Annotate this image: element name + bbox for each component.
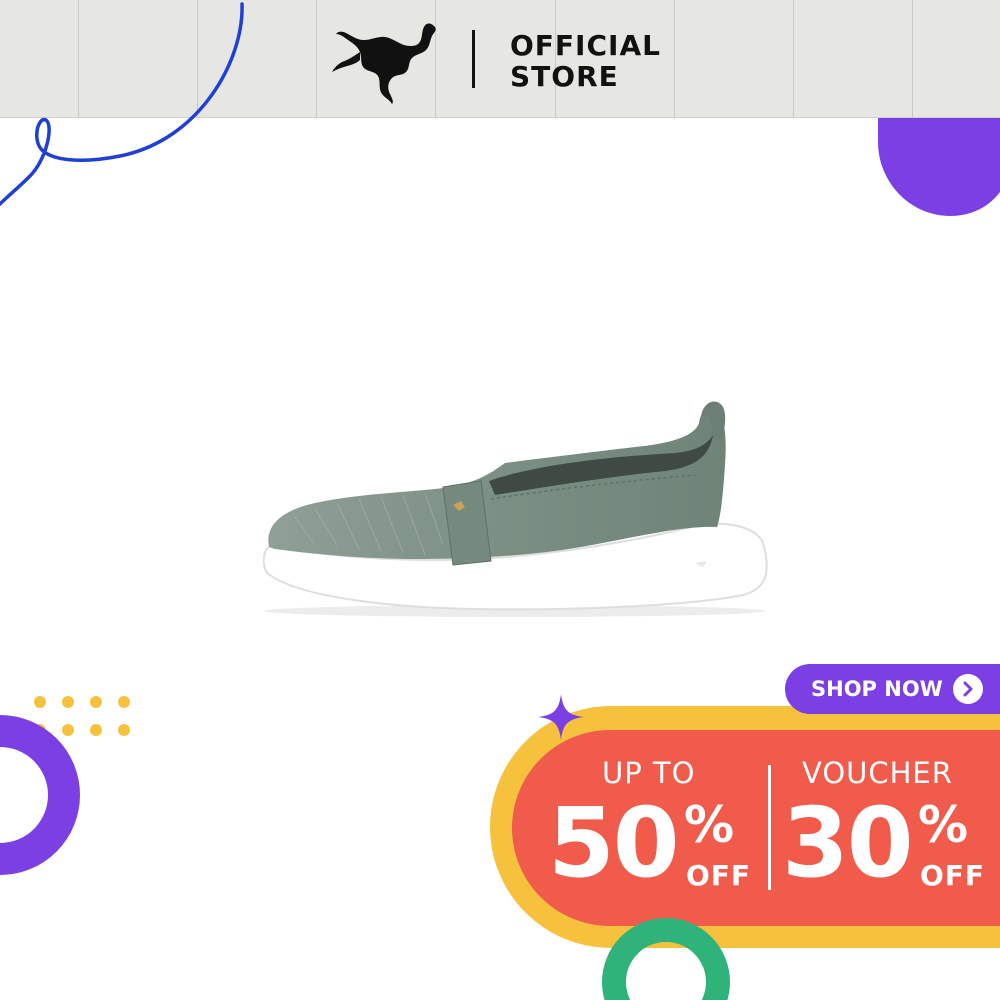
puma-cat-icon <box>332 23 436 105</box>
promo-left-percent: % <box>684 796 735 854</box>
promo-left-off: OFF <box>686 859 752 892</box>
promo-divider <box>768 765 771 890</box>
store-title-line1: OFFICIAL <box>510 29 661 62</box>
promo-left-label: UP TO <box>602 756 696 790</box>
purple-semicircle-decoration <box>878 118 1000 216</box>
slip-on-shoe-image <box>262 401 768 617</box>
sparkle-icon <box>538 694 584 740</box>
green-ring-decoration <box>602 918 730 1000</box>
header-grid-line <box>912 0 913 118</box>
shop-now-label: SHOP NOW <box>811 677 943 701</box>
header-grid-line <box>674 0 675 118</box>
store-title-line2: STORE <box>510 60 619 93</box>
store-title: OFFICIAL STORE <box>510 30 661 92</box>
header-grid-line <box>793 0 794 118</box>
brand-logo: OFFICIAL STORE <box>330 14 670 106</box>
shop-now-button[interactable]: SHOP NOW <box>785 664 1000 714</box>
promo-right-number: 30 <box>782 787 914 899</box>
header-grid-line <box>316 0 317 118</box>
blue-squiggle-decoration <box>0 2 244 206</box>
promo-right-off: OFF <box>920 859 986 892</box>
purple-ring-decoration <box>0 715 80 875</box>
header-divider <box>472 30 475 88</box>
promo-left-number: 50 <box>548 787 680 899</box>
chevron-right-icon <box>952 674 983 704</box>
promo-right-percent: % <box>918 796 969 854</box>
promo-right-label: VOUCHER <box>802 756 953 790</box>
